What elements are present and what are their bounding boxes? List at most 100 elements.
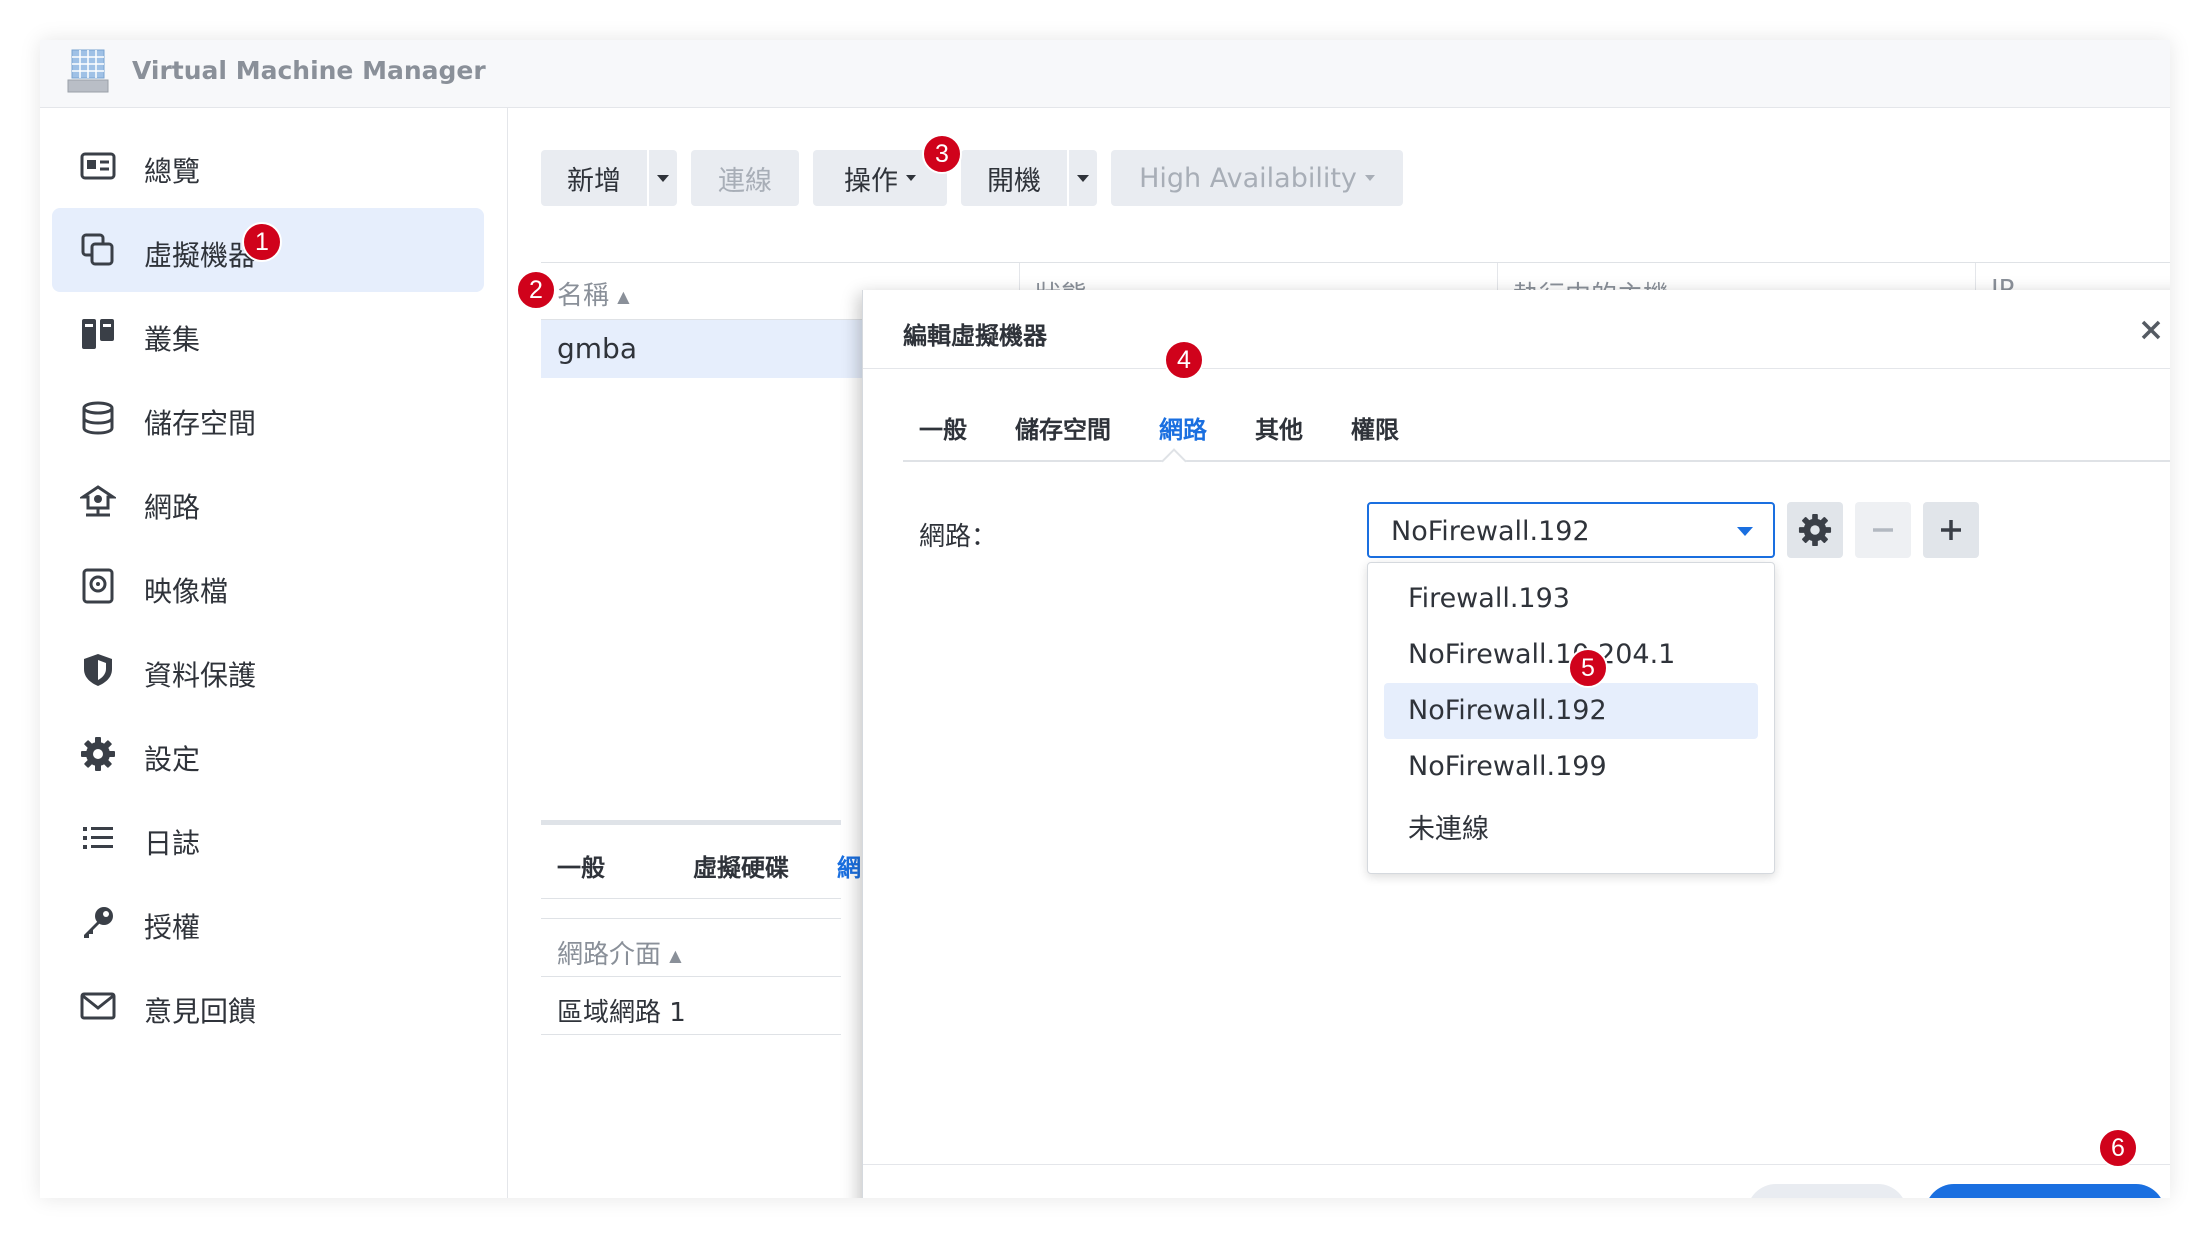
tabs-underline	[903, 460, 2170, 462]
active-tab-indicator	[1161, 448, 1187, 474]
divider	[541, 918, 841, 919]
dropdown-option-selected[interactable]: NoFirewall.192	[1384, 683, 1758, 739]
create-label: 新增	[567, 165, 621, 197]
remove-network-button[interactable]	[1855, 502, 1911, 558]
step-badge-1: 1	[242, 222, 282, 262]
action-label: 操作	[844, 165, 898, 197]
storage-icon	[82, 401, 114, 435]
panel-splitter[interactable]	[541, 820, 841, 825]
connect-button[interactable]: 連線	[691, 150, 799, 206]
sidebar-item-label: 儲存空間	[144, 407, 257, 440]
sidebar-item-log[interactable]: 日誌	[52, 796, 484, 880]
sidebar-item-label: 網路	[144, 491, 201, 524]
high-availability-label: High Availability	[1139, 162, 1357, 194]
sidebar-item-label: 資料保護	[144, 659, 257, 692]
sidebar-item-image[interactable]: 映像檔	[52, 544, 484, 628]
tab-general[interactable]: 一般	[919, 410, 967, 445]
tab-network[interactable]: 網路	[1159, 410, 1207, 445]
power-on-dropdown-button[interactable]	[1067, 150, 1097, 206]
sidebar-item-label: 虛擬機器	[144, 239, 257, 272]
dropdown-option[interactable]: 未連線	[1384, 795, 1758, 851]
list-icon	[83, 827, 113, 849]
power-on-label: 開機	[987, 165, 1041, 197]
add-network-button[interactable]	[1923, 502, 1979, 558]
option-label: 未連線	[1408, 814, 1489, 845]
vm-icon	[81, 233, 114, 266]
interface-cell[interactable]: 區域網路 1	[557, 992, 686, 1029]
vm-name-cell: gmba	[557, 332, 637, 365]
chevron-down-icon	[906, 175, 916, 181]
sidebar-item-label: 授權	[144, 911, 201, 944]
sort-asc-icon: ▲	[617, 287, 630, 306]
step-badge-2: 2	[516, 270, 556, 310]
sidebar-item-overview[interactable]: 總覽	[52, 124, 484, 208]
dropdown-option[interactable]: Firewall.193	[1384, 571, 1758, 627]
network-select-value: NoFirewall.192	[1391, 516, 1590, 547]
step-badge-3: 3	[922, 134, 962, 174]
divider	[863, 368, 2170, 369]
power-on-button[interactable]: 開機	[961, 150, 1067, 206]
sidebar-item-settings[interactable]: 設定	[52, 712, 484, 796]
overview-icon	[80, 152, 116, 180]
shield-icon	[84, 654, 112, 686]
sidebar-item-label: 映像檔	[144, 575, 229, 608]
sidebar-item-storage[interactable]: 儲存空間	[52, 376, 484, 460]
network-settings-button[interactable]	[1787, 502, 1843, 558]
ok-button[interactable]: 確定	[1925, 1184, 2165, 1198]
sidebar-item-label: 意見回饋	[144, 995, 257, 1028]
detail-tab-virtual-disk[interactable]: 虛擬硬碟	[693, 848, 789, 883]
edit-vm-dialog: 編輯虛擬機器 一般 儲存空間 網路 其他 權限 網路： NoFirewall.1…	[862, 290, 2170, 1198]
divider	[541, 898, 841, 899]
close-icon[interactable]	[2135, 314, 2167, 346]
create-dropdown-button[interactable]	[647, 150, 677, 206]
tab-storage[interactable]: 儲存空間	[1015, 410, 1111, 445]
detail-tab-general[interactable]: 一般	[557, 848, 605, 883]
network-dropdown-menu: Firewall.193 NoFirewall.10.204.1 NoFirew…	[1367, 562, 1775, 874]
dropdown-option[interactable]: NoFirewall.199	[1384, 739, 1758, 795]
image-icon	[82, 568, 114, 604]
option-label: NoFirewall.199	[1408, 751, 1607, 782]
key-icon	[84, 907, 113, 938]
chevron-down-icon	[1364, 175, 1375, 181]
step-badge-6: 6	[2098, 1128, 2138, 1168]
tab-permission[interactable]: 權限	[1351, 410, 1399, 445]
network-icon	[80, 485, 116, 517]
mail-icon	[80, 992, 116, 1020]
sidebar-item-label: 叢集	[144, 323, 201, 356]
network-select[interactable]: NoFirewall.192	[1367, 502, 1775, 558]
tab-other[interactable]: 其他	[1255, 410, 1303, 445]
step-badge-5: 5	[1568, 648, 1608, 688]
plus-icon	[1941, 520, 1961, 540]
app-window: Virtual Machine Manager 總覽 虛擬機器 叢集 儲存空間 …	[40, 40, 2170, 1198]
option-label: Firewall.193	[1408, 583, 1570, 614]
detail-tab-network[interactable]: 網	[837, 848, 861, 883]
sidebar: 總覽 虛擬機器 叢集 儲存空間 網路 映像檔 資料保護 設定 日誌 授權 意見回…	[40, 108, 508, 1198]
option-label: NoFirewall.10.204.1	[1408, 639, 1676, 670]
option-label: NoFirewall.192	[1408, 695, 1607, 726]
divider	[541, 976, 841, 977]
chevron-down-icon	[1737, 527, 1753, 536]
high-availability-button[interactable]: High Availability	[1111, 150, 1403, 206]
vmm-app-icon	[67, 49, 109, 93]
sidebar-item-network[interactable]: 網路	[52, 460, 484, 544]
cancel-button[interactable]: 取消	[1747, 1184, 1907, 1198]
minus-icon	[1873, 528, 1893, 532]
sidebar-item-label: 日誌	[144, 827, 201, 860]
sidebar-item-cluster[interactable]: 叢集	[52, 292, 484, 376]
sidebar-item-data-protection[interactable]: 資料保護	[52, 628, 484, 712]
divider	[541, 1034, 841, 1035]
chevron-down-icon	[657, 174, 669, 182]
sidebar-item-feedback[interactable]: 意見回饋	[52, 964, 484, 1048]
sidebar-item-license[interactable]: 授權	[52, 880, 484, 964]
chevron-down-icon	[1077, 174, 1089, 182]
app-title: Virtual Machine Manager	[132, 56, 486, 85]
step-badge-4: 4	[1164, 340, 1204, 380]
create-button[interactable]: 新增	[541, 150, 647, 206]
sidebar-item-label: 設定	[144, 743, 201, 776]
dialog-title: 編輯虛擬機器	[903, 322, 1047, 350]
gear-icon	[1798, 513, 1832, 547]
network-field-label: 網路：	[919, 522, 998, 552]
column-header-name[interactable]: 名稱 ▲	[557, 275, 630, 312]
column-header-interface[interactable]: 網路介面 ▲	[557, 934, 682, 971]
cluster-icon	[82, 319, 114, 349]
